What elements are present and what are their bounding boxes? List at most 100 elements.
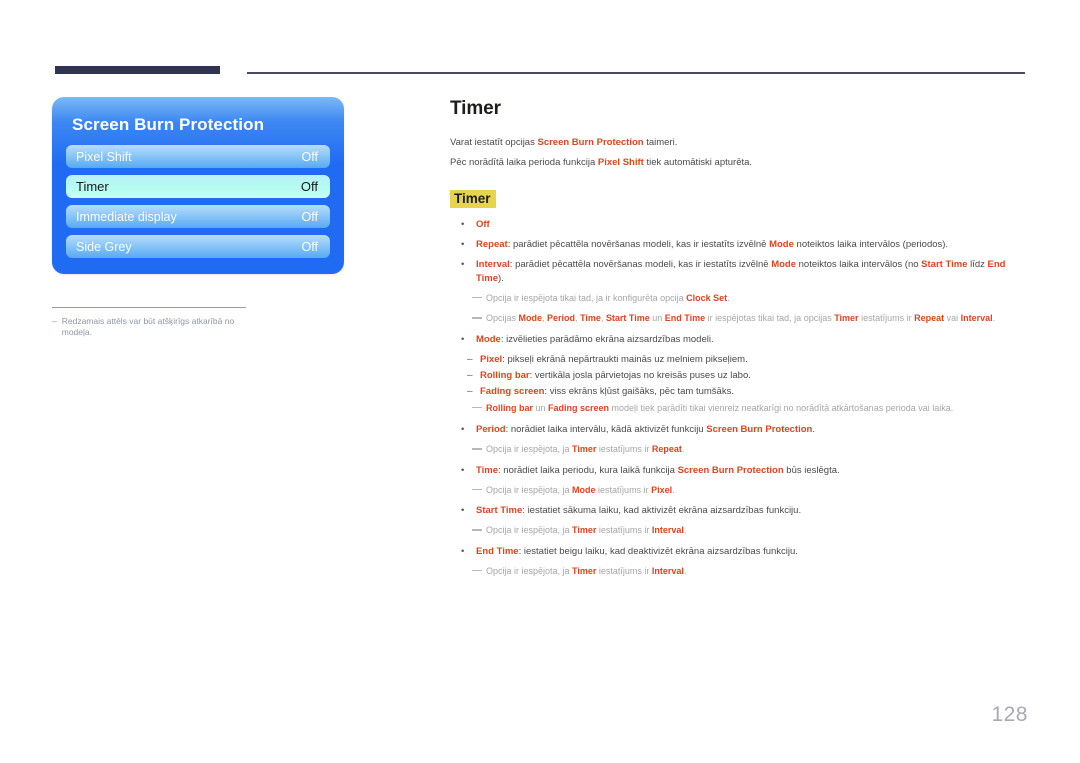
list-item-pixel: – Pixel: pikseļi ekrānā nepārtraukti mai… xyxy=(450,353,1028,367)
bullet-marker: • xyxy=(461,464,465,476)
option-time-label: Time xyxy=(476,464,499,476)
option-start-time-text: : iestatiet sākuma laiku, kad aktivizēt … xyxy=(522,505,802,517)
term-time: Time xyxy=(580,313,601,324)
osd-row-label: Side Grey xyxy=(76,239,132,254)
page-title: Timer xyxy=(450,98,501,119)
option-time-text-a: : norādiet laika periodu, kura laikā fun… xyxy=(498,464,678,476)
note-text-b: iestatījums ir xyxy=(596,525,652,536)
option-fading-screen-label: Fading screen xyxy=(480,386,545,398)
note-text-c: . xyxy=(672,484,675,495)
option-interval-text-d: ). xyxy=(498,272,504,284)
list-item-mode: • Mode: izvēlieties parādāmo ekrāna aizs… xyxy=(450,333,1028,347)
osd-row-pixel-shift[interactable]: Pixel Shift Off xyxy=(66,145,330,168)
intro-text: tiek automātiski apturēta. xyxy=(643,156,753,168)
note-text-b: iestatījums ir xyxy=(596,444,652,455)
term-screen-burn-protection: Screen Burn Protection xyxy=(706,424,813,436)
list-item-fading-screen: – Fading screen: viss ekrāns kļūst gaišā… xyxy=(450,385,1028,399)
osd-row-value: Off xyxy=(301,149,318,164)
section-heading-timer: Timer xyxy=(450,189,496,208)
osd-row-value: Off xyxy=(301,239,318,254)
term-mode: Mode xyxy=(572,484,596,495)
page-header-rules xyxy=(0,66,1080,80)
term-rolling-bar: Rolling bar xyxy=(486,402,533,413)
note-text-c: iestatījums ir xyxy=(858,313,915,324)
list-item-time: • Time: norādiet laika periodu, kura lai… xyxy=(450,464,1028,478)
list-item-repeat: • Repeat: parādiet pēcattēla novēršanas … xyxy=(450,238,1028,252)
term-interval: Interval xyxy=(960,313,993,324)
list-item-off: • Off xyxy=(450,218,1028,232)
note-text-d: vai xyxy=(944,313,961,324)
footnote-text: Redzamais attēls var būt atšķirīgs atkar… xyxy=(61,316,235,338)
note-period-enabled: Opcija ir iespējota, ja Timer iestatījum… xyxy=(450,443,1028,457)
list-item-start-time: • Start Time: iestatiet sākuma laiku, ka… xyxy=(450,504,1028,518)
note-dash-marker xyxy=(472,406,482,409)
term-screen-burn-protection: Screen Burn Protection xyxy=(537,137,644,148)
note-text-a: Opcija ir iespējota, ja xyxy=(486,525,573,536)
term-timer: Timer xyxy=(572,525,597,536)
option-end-time-label: End Time xyxy=(476,545,519,557)
option-pixel-label: Pixel xyxy=(480,353,503,365)
bullet-marker: • xyxy=(461,238,465,250)
note-text-b: modeļi tiek parādīti tikai vienreiz neat… xyxy=(609,402,954,413)
option-repeat-label: Repeat xyxy=(476,238,508,250)
note-text-e: . xyxy=(992,313,996,324)
note-text-a: un xyxy=(533,402,549,413)
term-interval: Interval xyxy=(651,525,684,536)
term-timer: Timer xyxy=(572,444,597,455)
intro-text: Pēc norādītā laika perioda funkcija xyxy=(450,156,598,168)
osd-row-label: Timer xyxy=(76,179,109,194)
term-pixel-shift: Pixel Shift xyxy=(597,156,644,168)
osd-row-timer[interactable]: Timer Off xyxy=(66,175,330,198)
note-text-c: . xyxy=(683,525,687,536)
term-start-time: Start Time xyxy=(921,258,968,270)
list-item-interval: • Interval: parādiet pēcattēla novēršana… xyxy=(450,258,1028,286)
list-item-period: • Period: norādiet laika intervālu, kādā… xyxy=(450,423,1028,437)
footnote-divider xyxy=(52,307,246,308)
bullet-marker: • xyxy=(461,218,465,230)
option-mode-label: Mode xyxy=(476,333,501,345)
page-number: 128 xyxy=(991,703,1028,726)
intro-text: taimeri. xyxy=(643,137,678,148)
footnote-dash-marker: – xyxy=(52,316,57,326)
option-repeat-text-a: : parādiet pēcattēla novēršanas modeli, … xyxy=(507,238,770,250)
term-pixel: Pixel xyxy=(651,484,673,495)
option-rolling-bar-text: : vertikāla josla pārvietojas no kreisās… xyxy=(529,370,751,382)
dash-marker: – xyxy=(467,353,473,365)
bullet-marker: • xyxy=(461,258,465,270)
option-start-time-label: Start Time xyxy=(476,505,523,517)
option-rolling-bar-label: Rolling bar xyxy=(480,370,530,382)
term-repeat: Repeat xyxy=(914,313,945,324)
note-text-c: . xyxy=(681,444,685,455)
osd-row-value: Off xyxy=(301,209,318,224)
option-interval-label: Interval xyxy=(476,258,510,270)
note-text-a: Opcija ir iespējota, ja xyxy=(486,565,573,576)
osd-row-label: Pixel Shift xyxy=(76,149,132,164)
option-interval-text-c: līdz xyxy=(967,258,988,270)
term-mode: Mode xyxy=(771,258,796,270)
option-end-time-text: : iestatiet beigu laiku, kad deaktivizēt… xyxy=(518,545,798,557)
term-period: Period xyxy=(547,313,576,324)
osd-row-immediate-display[interactable]: Immediate display Off xyxy=(66,205,330,228)
note-text-b: iestatījums ir xyxy=(596,565,652,576)
note-dash-marker xyxy=(472,296,482,299)
term-fading-screen: Fading screen xyxy=(548,402,610,413)
term-start-time: Start Time xyxy=(605,313,650,324)
note-text-b: ir iespējotas tikai tad, ja opcijas xyxy=(705,313,835,324)
bullet-marker: • xyxy=(461,424,465,436)
osd-footnote: – Redzamais attēls var būt atšķirīgs atk… xyxy=(52,316,246,338)
osd-row-side-grey[interactable]: Side Grey Off xyxy=(66,235,330,258)
osd-menu-title: Screen Burn Protection xyxy=(72,115,265,134)
note-text-b: . xyxy=(727,292,730,303)
note-text-b: iestatījums ir xyxy=(595,484,652,495)
intro-paragraph-1: Varat iestatīt opcijas Screen Burn Prote… xyxy=(450,136,1028,150)
term-repeat: Repeat xyxy=(651,444,682,455)
bullet-marker: • xyxy=(461,333,465,345)
osd-row-label: Immediate display xyxy=(76,209,177,224)
term-end-time: End Time xyxy=(664,313,706,324)
osd-footnote-block: – Redzamais attēls var būt atšķirīgs atk… xyxy=(52,307,246,338)
note-dash-marker xyxy=(472,569,482,572)
dash-marker: – xyxy=(467,370,473,382)
timer-options-list: • Off • Repeat: parādiet pēcattēla novēr… xyxy=(450,218,1028,579)
option-period-label: Period xyxy=(476,424,506,436)
bullet-marker: • xyxy=(461,545,465,557)
